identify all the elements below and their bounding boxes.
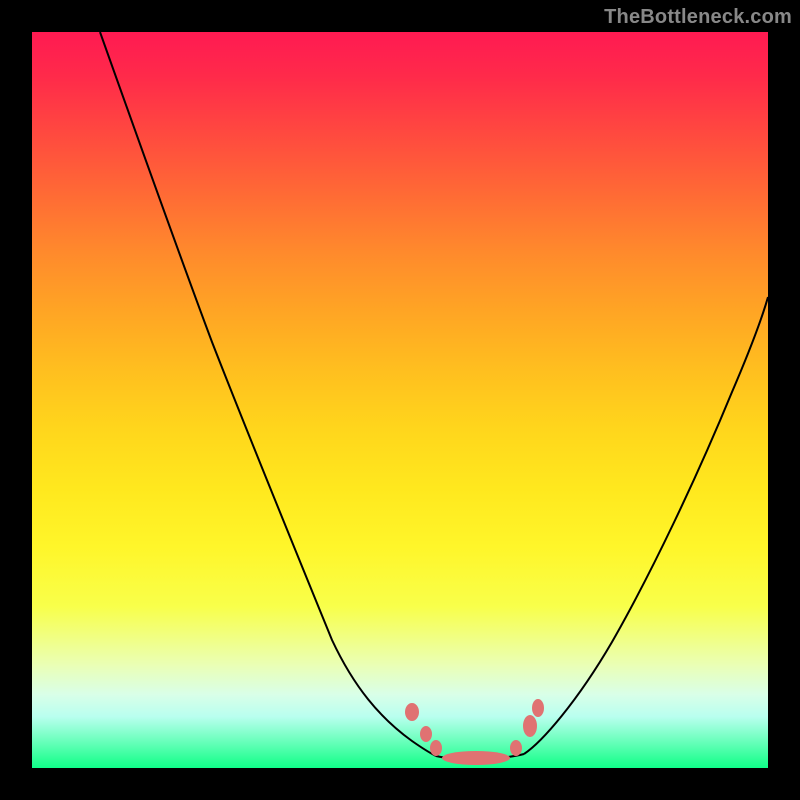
nodule-icon bbox=[532, 699, 544, 717]
chart-frame: TheBottleneck.com bbox=[0, 0, 800, 800]
nodule-icon bbox=[420, 726, 432, 742]
curve-right-branch bbox=[524, 297, 768, 754]
nodule-icon bbox=[523, 715, 537, 737]
nodule-icon bbox=[430, 740, 442, 756]
nodule-bar-icon bbox=[442, 751, 510, 765]
nodule-icon bbox=[405, 703, 419, 721]
plot-area bbox=[32, 32, 768, 768]
curve-left-branch bbox=[100, 32, 436, 756]
watermark-text: TheBottleneck.com bbox=[604, 6, 792, 29]
curve-layer bbox=[32, 32, 768, 768]
nodule-icon bbox=[510, 740, 522, 756]
